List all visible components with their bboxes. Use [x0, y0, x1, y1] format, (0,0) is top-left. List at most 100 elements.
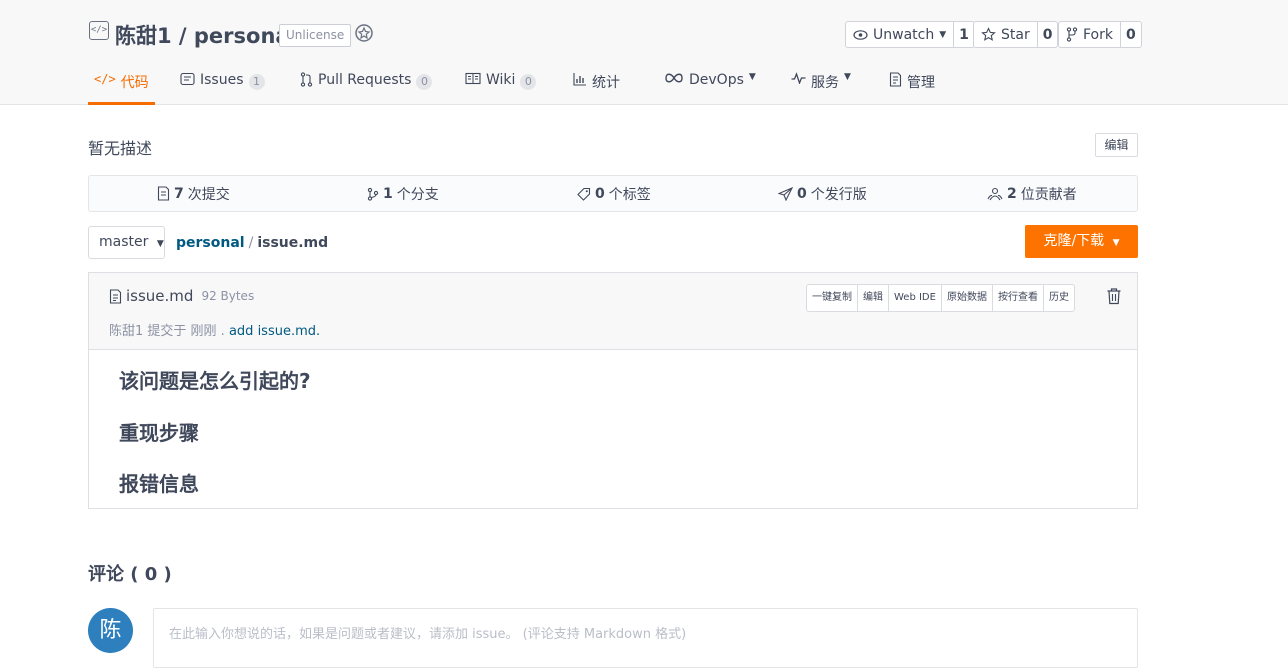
star-count[interactable]: 0	[1036, 22, 1058, 47]
repo-description: 暂无描述	[88, 139, 153, 158]
star-label: Star	[1001, 26, 1030, 43]
stat-releases[interactable]: 0 个发行版	[778, 176, 867, 211]
tag-count: 0	[595, 185, 605, 202]
delete-file-icon[interactable]	[1106, 287, 1122, 305]
license-badge[interactable]: Unlicense	[279, 24, 352, 47]
breadcrumb-separator: /	[248, 235, 254, 251]
tab-label: 代码	[120, 75, 149, 91]
contributor-count: 2	[1007, 185, 1017, 202]
branch-icon	[367, 187, 379, 201]
tab-code[interactable]: </> 代码	[88, 61, 155, 105]
stat-contributors[interactable]: 2 位贡献者	[987, 176, 1077, 211]
commit-icon	[157, 186, 170, 201]
chevron-down-icon: ▼	[748, 72, 756, 82]
blame-button[interactable]: 按行查看	[991, 285, 1043, 311]
file-icon	[109, 288, 122, 304]
wiki-icon	[465, 72, 481, 85]
code-icon: </>	[94, 72, 116, 86]
file-size: 92 Bytes	[201, 289, 255, 303]
comments-title: 评论 ( 0 )	[88, 564, 172, 585]
file-name: issue.md	[126, 287, 194, 305]
commit-label: 次提交	[187, 186, 230, 203]
stats-icon	[573, 72, 587, 86]
tab-stats[interactable]: 统计	[573, 61, 620, 105]
history-button[interactable]: 历史	[1042, 285, 1074, 311]
stat-tags[interactable]: 0 个标签	[577, 176, 651, 211]
breadcrumb: personal / issue.md	[176, 235, 328, 251]
contributor-label: 位贡献者	[1020, 186, 1077, 203]
tab-label: Wiki	[486, 72, 516, 88]
unwatch-button[interactable]: Unwatch ▼	[846, 22, 953, 47]
breadcrumb-repo-link[interactable]: personal	[176, 235, 245, 251]
stat-branches[interactable]: 1 个分支	[367, 176, 439, 211]
last-commit-info: 陈甜1 提交于 刚刚 . add issue.md.	[109, 320, 320, 339]
tab-manage[interactable]: 管理	[889, 61, 935, 105]
comment-input[interactable]: 在此输入你想说的话，如果是问题或者建议，请添加 issue。 (评论支持 Mar…	[153, 608, 1138, 668]
issues-icon	[180, 72, 195, 86]
pull-request-icon	[300, 72, 313, 87]
branch-name: master	[99, 234, 149, 250]
release-icon	[778, 186, 793, 201]
edit-file-button[interactable]: 编辑	[857, 285, 888, 311]
commit-message-link[interactable]: add issue.md.	[229, 324, 320, 339]
settings-doc-icon	[889, 72, 902, 87]
pr-count-badge: 0	[416, 74, 433, 90]
tab-services[interactable]: 服务 ▼	[791, 61, 851, 105]
stat-commits[interactable]: 7 次提交	[157, 176, 230, 211]
chevron-down-icon: ▼	[844, 72, 851, 82]
fork-icon	[1066, 27, 1078, 42]
fork-button-group: Fork 0	[1058, 21, 1142, 48]
tag-label: 个标签	[608, 186, 651, 203]
clone-label: 克隆/下载	[1043, 233, 1105, 249]
repo-stats-bar: 7 次提交 1 个分支 0 个标签 0 个发行版 2 位贡献者	[88, 175, 1138, 212]
recommend-badge-icon	[353, 23, 375, 45]
tab-label: 管理	[907, 75, 935, 91]
file-header: issue.md 92 Bytes 陈甜1 提交于 刚刚 . add issue…	[89, 273, 1137, 350]
repo-title[interactable]: 陈甜1 / personal	[115, 20, 297, 50]
avatar[interactable]: 陈	[88, 608, 133, 653]
watch-button-group: Unwatch ▼ 1	[845, 21, 975, 48]
chevron-down-icon: ▼	[156, 239, 164, 249]
fork-button[interactable]: Fork	[1059, 22, 1120, 47]
raw-button[interactable]: 原始数据	[940, 285, 992, 311]
markdown-heading: 重现步骤	[119, 421, 199, 445]
commit-author[interactable]: 陈甜1	[109, 324, 143, 339]
fork-count[interactable]: 0	[1119, 22, 1141, 47]
copy-button[interactable]: 一键复制	[807, 285, 857, 311]
branch-select[interactable]: master ▼	[88, 226, 165, 259]
tab-wiki[interactable]: Wiki 0	[465, 61, 537, 105]
branch-count: 1	[383, 185, 393, 202]
star-icon	[981, 27, 996, 42]
commit-count: 7	[174, 185, 184, 202]
file-title: issue.md 92 Bytes	[109, 287, 254, 305]
edit-description-button[interactable]: 编辑	[1095, 133, 1138, 157]
tab-devops[interactable]: DevOps ▼	[664, 61, 756, 105]
star-button[interactable]: Star	[974, 22, 1037, 47]
tab-label: DevOps	[689, 72, 744, 88]
wiki-count-badge: 0	[520, 74, 537, 90]
release-label: 个发行版	[810, 186, 867, 203]
file-actions: 一键复制 编辑 Web IDE 原始数据 按行查看 历史	[806, 284, 1075, 312]
star-button-group: Star 0	[973, 21, 1059, 48]
unwatch-label: Unwatch	[873, 26, 935, 43]
pulse-icon	[791, 72, 806, 84]
repo-header: </> 陈甜1 / personal Unlicense Unwatch ▼ 1…	[0, 0, 1288, 105]
web-ide-button[interactable]: Web IDE	[888, 285, 941, 311]
tab-label: Issues	[200, 72, 244, 88]
chevron-down-icon: ▼	[1112, 238, 1120, 248]
clone-download-button[interactable]: 克隆/下载 ▼	[1025, 225, 1138, 258]
infinity-icon	[664, 72, 684, 84]
markdown-heading: 报错信息	[119, 472, 199, 496]
branch-label: 个分支	[396, 186, 439, 203]
tab-issues[interactable]: Issues 1	[180, 61, 265, 105]
tab-pull-requests[interactable]: Pull Requests 0	[300, 61, 433, 105]
tag-icon	[577, 187, 591, 201]
repo-code-icon: </>	[89, 21, 109, 40]
contributors-icon	[987, 187, 1003, 201]
watch-count[interactable]: 1	[953, 22, 974, 47]
chevron-down-icon: ▼	[939, 29, 947, 40]
tab-label: 统计	[592, 75, 620, 91]
eye-icon	[853, 29, 868, 41]
file-viewer: issue.md 92 Bytes 陈甜1 提交于 刚刚 . add issue…	[88, 272, 1138, 509]
markdown-heading: 该问题是怎么引起的?	[119, 369, 311, 393]
